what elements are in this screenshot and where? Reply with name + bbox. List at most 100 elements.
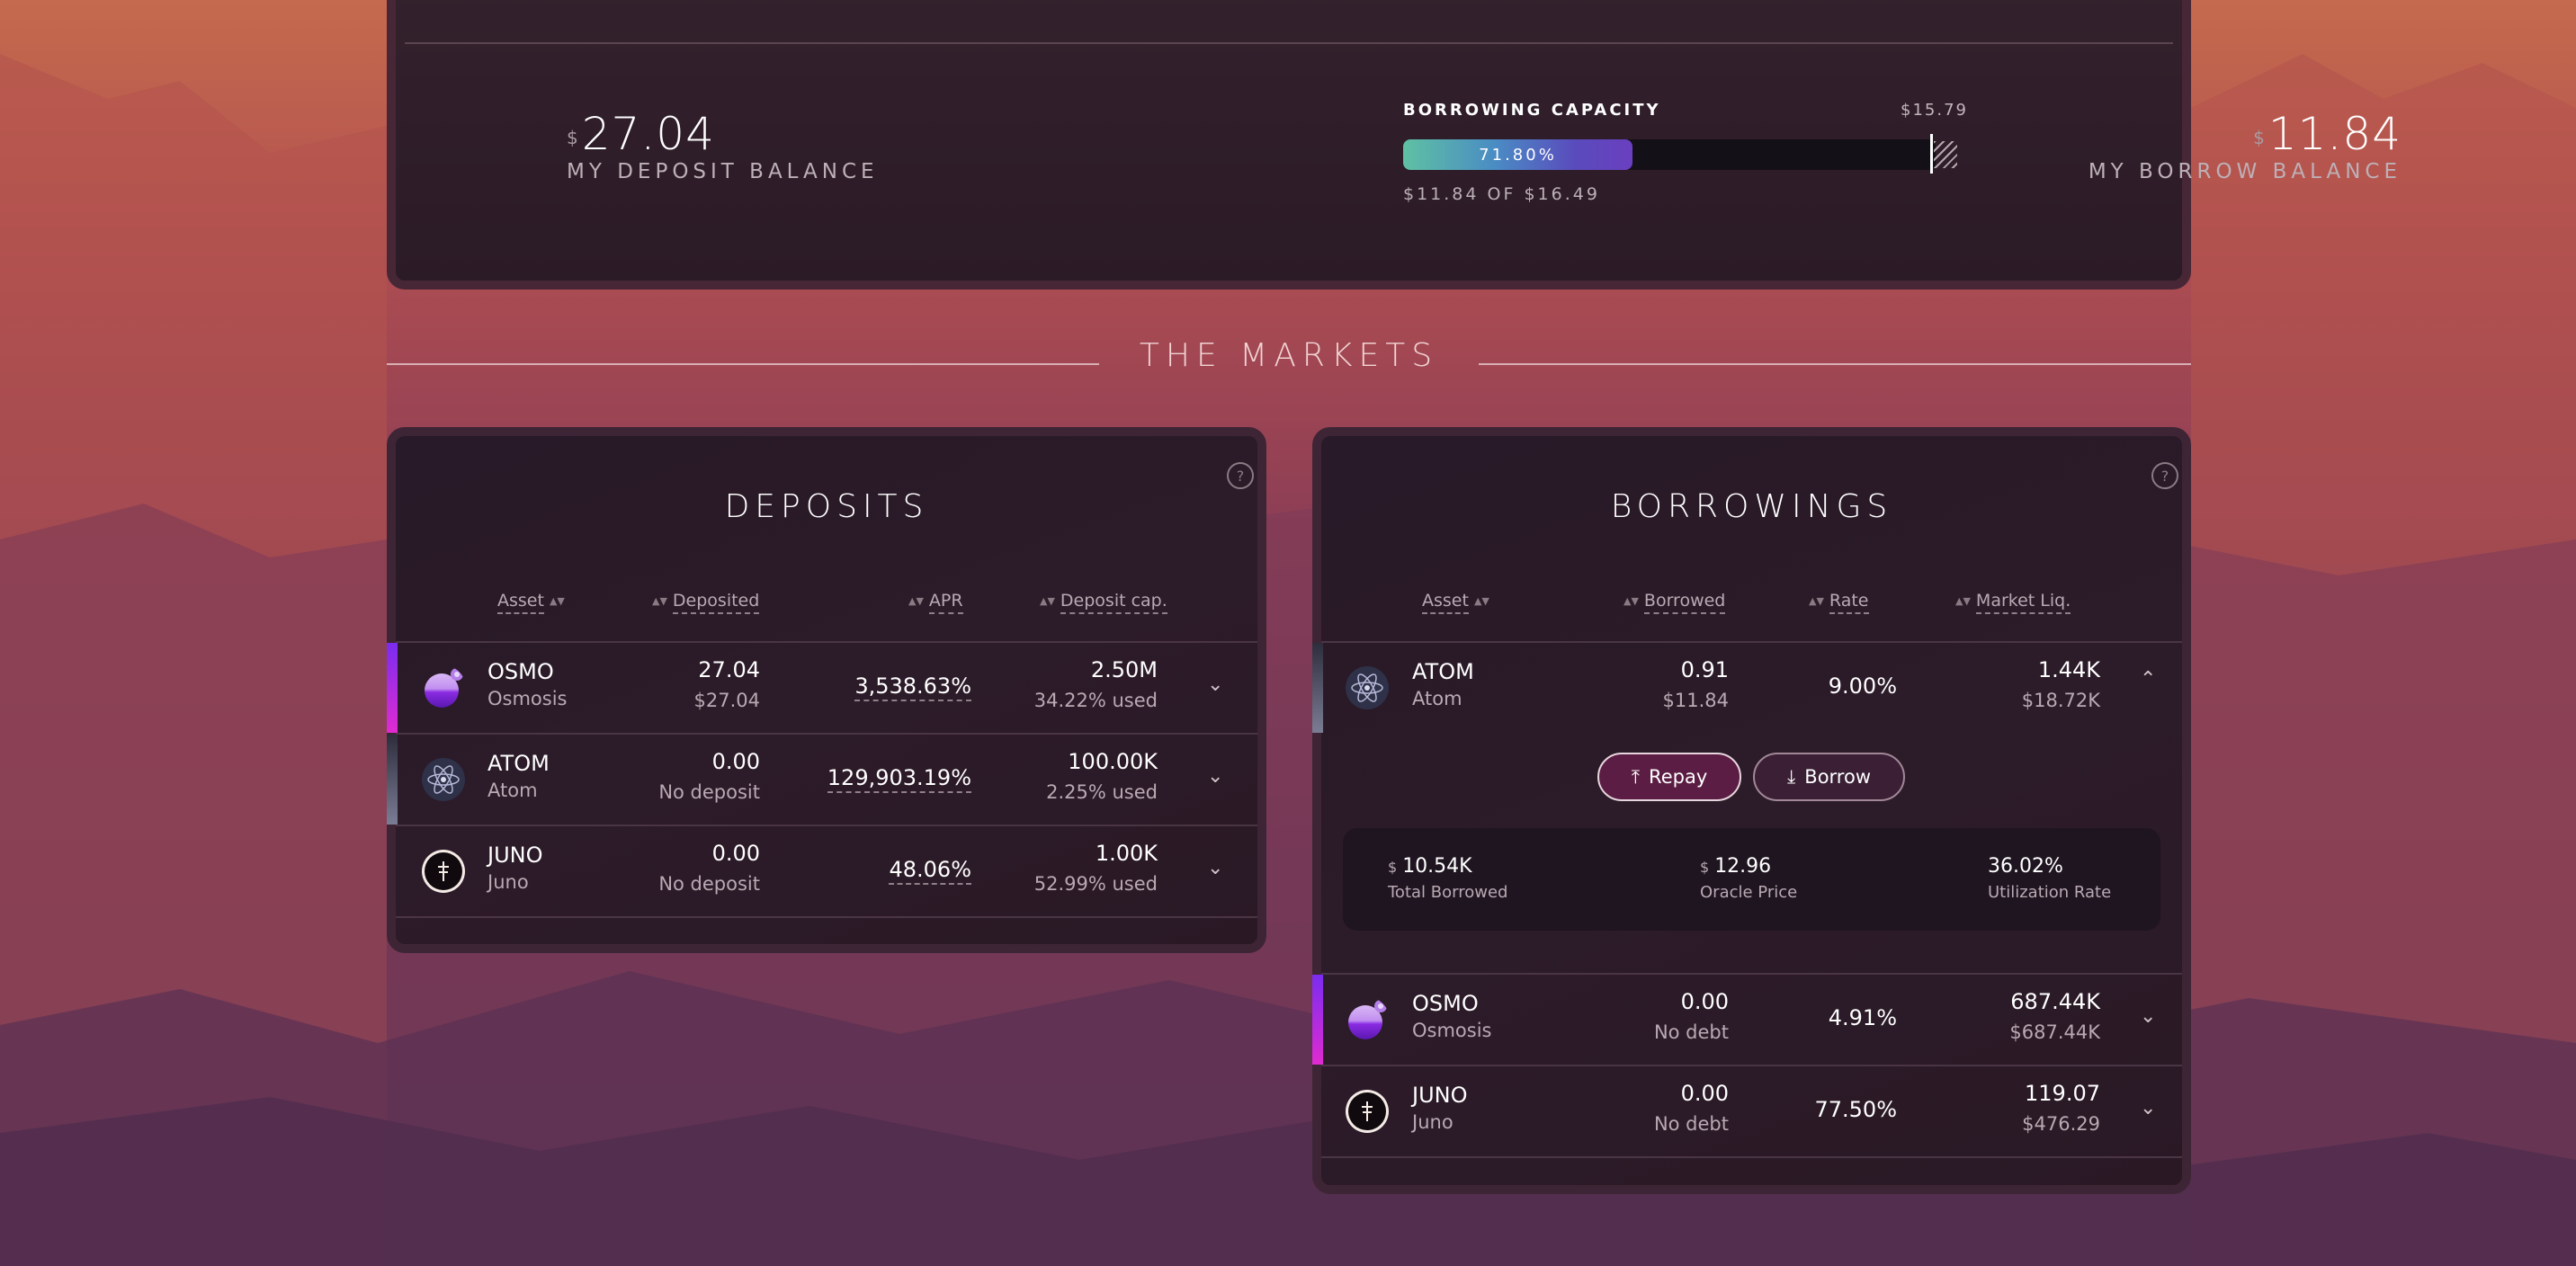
borrowed-amount: 0.00 bbox=[1680, 1081, 1729, 1106]
deposit-cap: 1.00K bbox=[1095, 841, 1158, 866]
deposit-balance-value: 27.04 bbox=[581, 108, 715, 160]
borrow-balance: $11.84 MY BORROW BALANCE bbox=[2024, 108, 2402, 183]
repay-icon: ⤒ bbox=[1631, 765, 1641, 788]
market-liquidity-usd: $18.72K bbox=[2021, 690, 2100, 711]
asset-name: Osmosis bbox=[1412, 1020, 1492, 1041]
chevron-down-icon[interactable]: ⌄ bbox=[1207, 765, 1232, 790]
deposits-col-cap[interactable]: ▲▼ Deposit cap. bbox=[1040, 591, 1167, 614]
stat-oracle-price: $12.96 Oracle Price bbox=[1700, 855, 1797, 902]
stat-label: Total Borrowed bbox=[1388, 883, 1508, 902]
sort-icon: ▲▼ bbox=[652, 595, 667, 607]
repay-label: Repay bbox=[1649, 766, 1708, 788]
asset-name: Atom bbox=[1412, 688, 1462, 709]
col-label: APR bbox=[928, 591, 963, 614]
market-liquidity-usd: $687.44K bbox=[2009, 1021, 2100, 1043]
borrowed-usd: $11.84 bbox=[1662, 690, 1729, 711]
row-divider bbox=[396, 916, 1257, 918]
markets-title-right-line bbox=[1479, 363, 2191, 365]
asset-symbol: OSMO bbox=[487, 659, 554, 684]
row-accent bbox=[1312, 975, 1323, 1065]
sort-icon: ▲▼ bbox=[549, 595, 565, 607]
borrowed-usd: No debt bbox=[1653, 1021, 1729, 1043]
borrowing-capacity-marker bbox=[1930, 134, 1933, 174]
col-label: Borrowed bbox=[1643, 591, 1726, 614]
deposits-col-asset[interactable]: Asset ▲▼ bbox=[497, 591, 565, 614]
sort-icon: ▲▼ bbox=[1473, 595, 1489, 607]
deposits-col-deposited[interactable]: ▲▼ Deposited bbox=[652, 591, 760, 614]
col-label: Asset bbox=[1422, 591, 1469, 614]
atom-market-stats: $10.54K Total Borrowed $12.96 Oracle Pri… bbox=[1343, 828, 2160, 931]
borrowing-capacity-max: $15.79 bbox=[1901, 101, 1968, 120]
chevron-down-icon[interactable]: ⌄ bbox=[1207, 857, 1232, 882]
market-liquidity: 1.44K bbox=[2037, 657, 2100, 682]
deposited-amount: 27.04 bbox=[698, 657, 760, 682]
asset-name: Osmosis bbox=[487, 688, 568, 709]
asset-name: Atom bbox=[487, 780, 538, 801]
borrowings-col-liq[interactable]: ▲▼ Market Liq. bbox=[1955, 591, 2071, 614]
stat-label: Utilization Rate bbox=[1988, 883, 2112, 902]
repay-button[interactable]: ⤒ Repay bbox=[1597, 753, 1741, 801]
deposit-cap: 2.50M bbox=[1090, 657, 1158, 682]
chevron-up-icon[interactable]: ⌃ bbox=[2140, 668, 2165, 693]
sort-icon: ▲▼ bbox=[1809, 595, 1824, 607]
asset-symbol: JUNO bbox=[487, 843, 543, 868]
deposits-card: DEPOSITS ? Asset ▲▼ ▲▼ Deposited ▲▼ APR ▲▼ D… bbox=[387, 427, 1266, 953]
deposit-balance-label: MY DEPOSIT BALANCE bbox=[567, 160, 879, 183]
borrowings-col-asset[interactable]: Asset ▲▼ bbox=[1422, 591, 1489, 614]
col-label: Rate bbox=[1829, 591, 1869, 614]
deposits-help-icon[interactable]: ? bbox=[1227, 462, 1254, 489]
borrowing-capacity-title: BORROWING CAPACITY bbox=[1403, 101, 1661, 120]
stat-currency: $ bbox=[1700, 859, 1710, 876]
borrow-row-osmo[interactable]: OSMO Osmosis 0.00 No debt 4.91% 687.44K … bbox=[1312, 975, 2182, 1065]
osmo-icon bbox=[425, 668, 463, 708]
deposit-row-atom[interactable]: ATOM Atom 0.00 No deposit 129,903.19% 10… bbox=[387, 735, 1257, 825]
account-summary-card: $27.04 MY DEPOSIT BALANCE BORROWING CAPA… bbox=[387, 0, 2401, 290]
borrow-currency: $ bbox=[2253, 127, 2265, 148]
deposit-row-juno[interactable]: JUNO Juno 0.00 No deposit 48.06% 1.00K 5… bbox=[396, 826, 1257, 916]
col-label: Asset bbox=[497, 591, 544, 614]
deposit-cap: 100.00K bbox=[1068, 749, 1158, 774]
sort-icon: ▲▼ bbox=[908, 595, 924, 607]
stat-utilization-rate: 36.02% Utilization Rate bbox=[1988, 855, 2111, 902]
borrowing-capacity-percent: 71.80% bbox=[1479, 145, 1557, 165]
summary-divider bbox=[405, 42, 2173, 44]
deposit-row-osmo[interactable]: OSMO Osmosis 27.04 $27.04 3,538.63% 2.50… bbox=[387, 643, 1257, 733]
borrowings-col-borrowed[interactable]: ▲▼ Borrowed bbox=[1623, 591, 1726, 614]
borrowing-capacity-footer: $11.84 OF $16.49 bbox=[1403, 184, 1600, 204]
chevron-down-icon[interactable]: ⌄ bbox=[2140, 1097, 2165, 1122]
borrowings-help-icon[interactable]: ? bbox=[2151, 462, 2178, 489]
row-accent bbox=[387, 643, 398, 733]
atom-icon bbox=[422, 758, 465, 801]
borrowing-capacity: BORROWING CAPACITY $15.79 71.80% $11.84 … bbox=[1403, 101, 1968, 204]
row-divider bbox=[1321, 1156, 2182, 1158]
row-accent bbox=[1312, 643, 1323, 733]
borrowings-title: BORROWINGS bbox=[1610, 488, 1893, 525]
markets-section-header: THE MARKETS bbox=[387, 337, 2191, 382]
market-liquidity: 687.44K bbox=[2010, 989, 2100, 1014]
borrow-icon: ⤓ bbox=[1786, 765, 1796, 788]
borrow-row-atom[interactable]: ATOM Atom 0.91 $11.84 9.00% 1.44K $18.72… bbox=[1312, 643, 2182, 733]
stat-value: 12.96 bbox=[1714, 855, 1772, 878]
borrowings-card: BORROWINGS ? Asset ▲▼ ▲▼ Borrowed ▲▼ Rate ▲… bbox=[1312, 427, 2191, 1194]
deposit-cap-used: 34.22% used bbox=[1033, 690, 1158, 711]
juno-icon bbox=[1346, 1090, 1389, 1133]
deposits-col-apr[interactable]: ▲▼ APR bbox=[908, 591, 963, 614]
sort-icon: ▲▼ bbox=[1040, 595, 1055, 607]
borrowings-col-rate[interactable]: ▲▼ Rate bbox=[1809, 591, 1869, 614]
borrow-button[interactable]: ⤓ Borrow bbox=[1753, 753, 1905, 801]
row-accent bbox=[387, 735, 398, 825]
asset-symbol: OSMO bbox=[1412, 991, 1479, 1016]
borrow-balance-value: 11.84 bbox=[2267, 108, 2402, 160]
chevron-down-icon[interactable]: ⌄ bbox=[2140, 1005, 2165, 1030]
borrow-rate: 77.50% bbox=[1814, 1097, 1897, 1122]
stat-value: 10.54K bbox=[1402, 855, 1472, 878]
deposited-usd: $27.04 bbox=[693, 690, 760, 711]
borrowed-amount: 0.00 bbox=[1680, 989, 1729, 1014]
deposited-usd: No deposit bbox=[658, 781, 760, 803]
asset-name: Juno bbox=[487, 871, 529, 893]
chevron-down-icon[interactable]: ⌄ bbox=[1207, 673, 1232, 699]
stat-label: Oracle Price bbox=[1700, 883, 1798, 902]
market-liquidity: 119.07 bbox=[2025, 1081, 2100, 1106]
borrow-row-juno[interactable]: JUNO Juno 0.00 No debt 77.50% 119.07 $47… bbox=[1321, 1066, 2182, 1156]
deposit-cap-used: 52.99% used bbox=[1033, 873, 1158, 895]
